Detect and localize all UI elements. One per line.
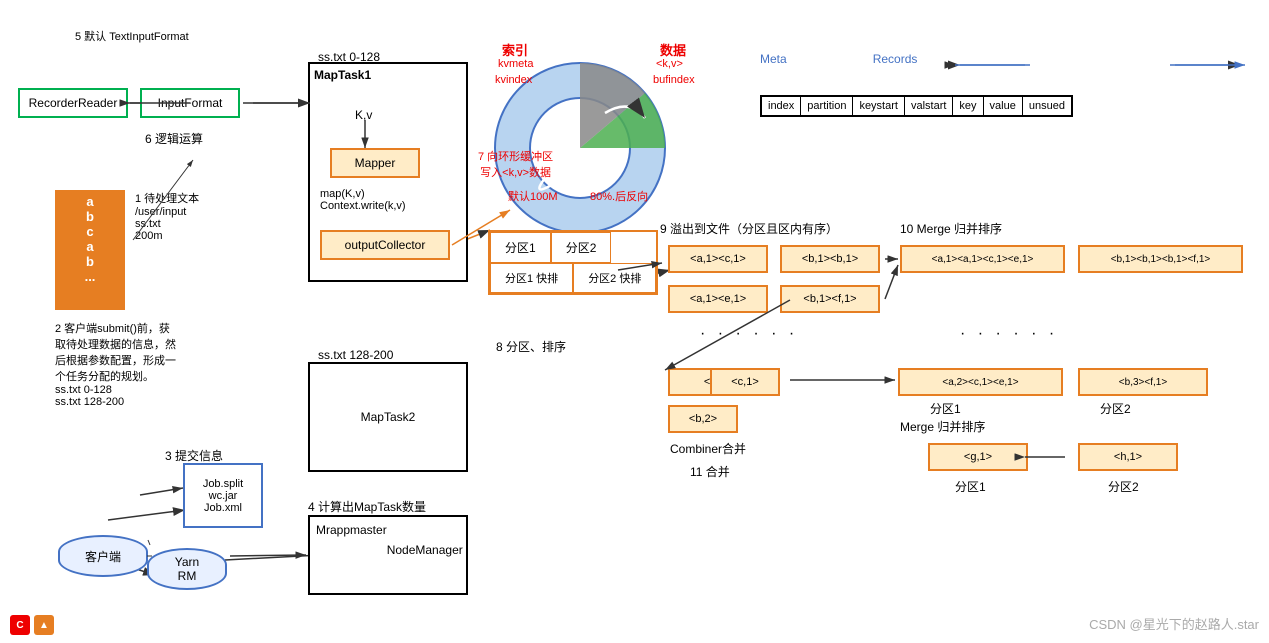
- merge-b1b1: <b,1><b,1>: [780, 245, 880, 273]
- bottom-icons: C ▲: [10, 615, 54, 635]
- mrappmaster-box: Mrappmaster NodeManager: [308, 515, 468, 595]
- pending-text-label: 1 待处理文本/user/inputss.txt200m: [135, 190, 199, 242]
- merge-result2: <b,1><b,1><b,1><f,1>: [1078, 245, 1243, 273]
- dots2: · · · · · ·: [960, 325, 1058, 343]
- partition2-label: 分区2: [1100, 400, 1131, 417]
- merge-a2c1e1: <a,2><c,1><e,1>: [898, 368, 1063, 396]
- merge-b1f1: <b,1><f,1>: [780, 285, 880, 313]
- merge-b3f1: <b,3><f,1>: [1078, 368, 1208, 396]
- merge-b2: <b,2>: [668, 405, 738, 433]
- step7-label: 7 向环形缓冲区写入<k,v>数据: [478, 148, 553, 180]
- merge-h1: <h,1>: [1078, 443, 1178, 471]
- percent80-label: 80%.后反向: [590, 188, 648, 204]
- calc-maptask-label: 4 计算出MapTask数量: [308, 498, 426, 515]
- data-label: 数据: [660, 40, 686, 59]
- meta-records-header: Meta Records: [760, 52, 917, 66]
- step10-label: 10 Merge 归并排序: [900, 220, 1002, 237]
- partition1-label: 分区1: [930, 400, 961, 417]
- merge-g1: <g,1>: [928, 443, 1028, 471]
- default-size-label: 默认100M: [508, 188, 558, 204]
- header-value: value: [984, 97, 1023, 115]
- step9-label: 9 溢出到文件（分区且区内有序）: [660, 220, 838, 237]
- watermark: CSDN @星光下的赵路人.star: [1089, 614, 1259, 633]
- output-collector-box: outputCollector: [320, 230, 450, 260]
- step11-label: 11 合并: [690, 463, 730, 480]
- header-partition: partition: [801, 97, 853, 115]
- kv-data-label: <k,v>: [656, 58, 683, 70]
- partition2-final-label: 分区2: [1108, 478, 1139, 495]
- header-row: index partition keystart valstart key va…: [760, 95, 1073, 117]
- mapper-box: Mapper: [330, 148, 420, 178]
- pending-text-block: abcab...: [55, 190, 125, 310]
- merge-a1c1: <a,1><c,1>: [668, 245, 768, 273]
- client-cloud: 客户端: [58, 535, 148, 577]
- recorder-reader-box: RecorderReader: [18, 88, 128, 118]
- ss-txt-128-label: ss.txt 128-200: [318, 348, 393, 362]
- input-format-box: InputFormat: [140, 88, 240, 118]
- job-split-box: Job.split wc.jar Job.xml: [183, 463, 263, 528]
- yarn-rm-cloud: Yarn RM: [147, 548, 227, 590]
- merge-a1e1: <a,1><e,1>: [668, 285, 768, 313]
- header-valstart: valstart: [905, 97, 953, 115]
- step8-label: 8 分区、排序: [496, 338, 566, 355]
- merge-result1: <a,1><a,1><c,1><e,1>: [900, 245, 1065, 273]
- maptask2-box: MapTask2: [308, 362, 468, 472]
- header-unsued: unsued: [1023, 97, 1071, 115]
- header-key: key: [953, 97, 983, 115]
- header-index: index: [762, 97, 801, 115]
- merge-sort-label: Merge 归并排序: [900, 418, 985, 435]
- index-label: 索引: [502, 40, 528, 59]
- partition1-final-label: 分区1: [955, 478, 986, 495]
- submit-info-label: 3 提交信息: [165, 447, 223, 464]
- kvmeta-label: kvmeta: [498, 58, 533, 70]
- kvindex-label: kvindex: [495, 74, 532, 86]
- bufindex-label: bufindex: [653, 74, 695, 86]
- client-submit-label: 2 客户端submit()前，获取待处理数据的信息，然后根据参数配置，形成一个任…: [55, 320, 185, 408]
- merge-c1: <c,1>: [710, 368, 780, 396]
- default-textinputformat-label: 5 默认 TextInputFormat: [75, 28, 189, 44]
- map-context-label: map(K,v)Context.write(k,v): [320, 188, 406, 212]
- partition-grid: 分区1 分区2 分区1 快排 分区2 快排: [488, 230, 658, 295]
- logical-op-label: 6 逻辑运算: [145, 130, 203, 147]
- header-keystart: keystart: [853, 97, 905, 115]
- dots1: · · · · · ·: [700, 325, 798, 343]
- kv2-label: K,v: [355, 108, 372, 122]
- combiner-label: Combiner合并: [670, 440, 746, 457]
